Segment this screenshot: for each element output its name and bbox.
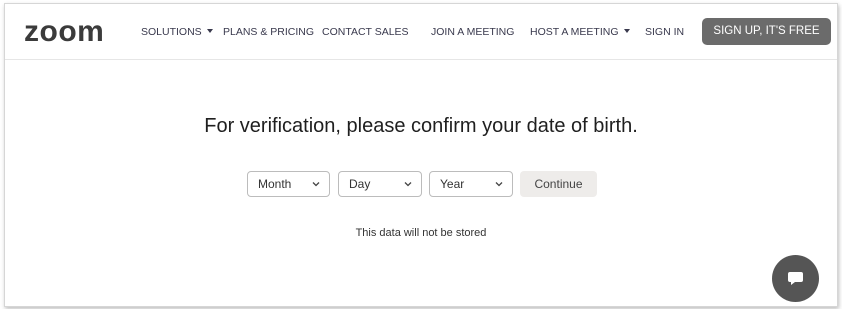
privacy-note: This data will not be stored <box>355 227 487 239</box>
caret-down-icon <box>206 29 213 34</box>
caret-down-icon <box>623 29 630 34</box>
signup-button[interactable]: SIGN UP, IT'S FREE <box>702 18 831 45</box>
day-select[interactable]: Day <box>338 171 422 197</box>
chat-button[interactable] <box>772 255 819 302</box>
nav-join-meeting[interactable]: JOIN A MEETING <box>431 25 514 39</box>
month-select[interactable]: Month <box>247 171 330 197</box>
chat-bubble-icon <box>788 272 803 285</box>
top-navigation: zoom SOLUTIONS PLANS & PRICING CONTACT S… <box>5 4 837 60</box>
nav-host-meeting-label: HOST A MEETING <box>530 26 619 38</box>
chevron-down-icon <box>312 182 320 187</box>
chevron-down-icon <box>404 182 412 187</box>
year-select[interactable]: Year <box>429 171 513 197</box>
nav-host-meeting[interactable]: HOST A MEETING <box>530 25 630 39</box>
nav-plans-pricing[interactable]: PLANS & PRICING <box>223 25 314 39</box>
nav-contact-sales[interactable]: CONTACT SALES <box>322 25 409 39</box>
zoom-logo[interactable]: zoom <box>24 17 104 47</box>
browser-page: zoom SOLUTIONS PLANS & PRICING CONTACT S… <box>4 3 838 307</box>
nav-solutions[interactable]: SOLUTIONS <box>141 25 213 39</box>
page-title: For verification, please confirm your da… <box>204 115 638 137</box>
nav-solutions-label: SOLUTIONS <box>141 26 202 38</box>
year-select-value: Year <box>440 177 465 191</box>
continue-button[interactable]: Continue <box>520 171 597 197</box>
month-select-value: Month <box>258 177 292 191</box>
day-select-value: Day <box>349 177 371 191</box>
nav-sign-in[interactable]: SIGN IN <box>645 25 684 39</box>
chevron-down-icon <box>495 182 503 187</box>
